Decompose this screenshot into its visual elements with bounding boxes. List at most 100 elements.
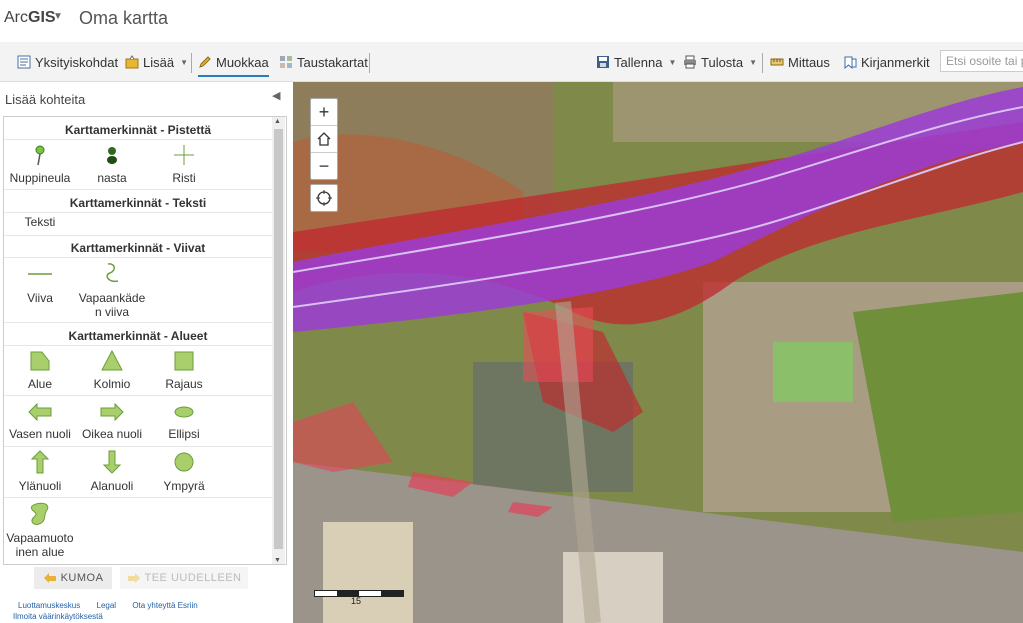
- undo-button[interactable]: KUMOA: [34, 567, 112, 589]
- template-left-arrow[interactable]: Vasen nuoli: [4, 401, 76, 441]
- undo-icon: [43, 573, 56, 583]
- template-freeform-area[interactable]: Vapaamuoto inen alue: [4, 501, 76, 559]
- home-button[interactable]: [311, 126, 337, 153]
- report-abuse-link[interactable]: Ilmoita väärinkäytöksestä: [13, 612, 103, 621]
- edit-button[interactable]: Muokkaa: [198, 53, 269, 77]
- down-arrow-icon: [102, 450, 122, 474]
- template-freehand-line[interactable]: Vapaankäde n viiva: [76, 261, 148, 319]
- save-icon: [597, 56, 609, 68]
- left-arrow-icon: [28, 402, 52, 422]
- scale-label: 15: [351, 596, 362, 606]
- scrollbar-thumb[interactable]: [274, 129, 283, 549]
- divider: [4, 235, 272, 236]
- toolbar-divider: [191, 53, 192, 73]
- basemaps-button[interactable]: Taustakartat: [279, 53, 368, 71]
- add-button[interactable]: Lisää ▼: [125, 53, 188, 71]
- locate-button[interactable]: [310, 184, 338, 212]
- contact-esri-link[interactable]: Ota yhteyttä Esriin: [132, 601, 197, 610]
- rectangle-icon: [174, 351, 194, 371]
- divider: [4, 446, 272, 447]
- ellipse-icon: [174, 406, 194, 418]
- bookmarks-button[interactable]: Kirjanmerkit: [843, 53, 930, 71]
- template-circle[interactable]: Ympyrä: [148, 449, 220, 493]
- zoom-out-button[interactable]: −: [311, 153, 337, 179]
- arcgis-logo[interactable]: ArcGIS: [4, 9, 56, 27]
- print-button[interactable]: Tulosta ▼: [683, 53, 757, 71]
- edit-label: Muokkaa: [216, 54, 269, 70]
- chevron-down-icon: ▼: [749, 57, 758, 67]
- template-ellipse[interactable]: Ellipsi: [148, 401, 220, 441]
- category-heading: Karttamerkinnät - Teksti: [69, 196, 207, 210]
- feature-template-list: Karttamerkinnät - Pistettä Nuppineula na…: [3, 116, 287, 565]
- panel-scrollbar[interactable]: ▲ ▼: [272, 117, 285, 564]
- toolbar-divider: [369, 53, 370, 73]
- freehand-line-icon: [106, 263, 119, 283]
- divider: [4, 322, 272, 323]
- printer-icon: [684, 55, 696, 69]
- freeform-polygon-icon: [30, 502, 49, 525]
- template-stud[interactable]: nasta: [76, 143, 148, 185]
- divider: [4, 497, 272, 498]
- bookmark-icon: [844, 56, 857, 69]
- redo-button[interactable]: TEE UUDELLEEN: [120, 567, 248, 589]
- template-triangle[interactable]: Kolmio: [76, 349, 148, 391]
- details-button[interactable]: Yksityiskohdat: [17, 53, 118, 71]
- category-heading: Karttamerkinnät - Alueet: [68, 329, 208, 343]
- save-button[interactable]: Tallenna ▼: [596, 53, 676, 71]
- aerial-imagery-with-overlays: [293, 82, 1023, 623]
- template-line[interactable]: Viiva: [4, 261, 76, 305]
- print-label: Tulosta: [701, 54, 744, 70]
- zoom-control: + −: [310, 98, 338, 180]
- legal-link[interactable]: Legal: [97, 601, 117, 610]
- cross-icon: [174, 145, 194, 165]
- map-view[interactable]: [293, 82, 1023, 623]
- pushpin-icon: [35, 145, 45, 166]
- template-pin[interactable]: Nuppineula: [4, 143, 76, 185]
- chevron-down-icon: ▼: [668, 57, 677, 67]
- map-title: Oma kartta: [79, 8, 169, 28]
- building-bottom-right: [563, 552, 663, 623]
- bookmarks-label: Kirjanmerkit: [861, 54, 930, 70]
- basemaps-label: Taustakartat: [297, 54, 368, 70]
- locate-icon: [316, 190, 332, 206]
- basemap-gallery-icon: [280, 56, 292, 68]
- zoom-in-button[interactable]: +: [311, 99, 337, 126]
- address-search-input[interactable]: Etsi osoite tai paikka: [940, 50, 1023, 72]
- toolbar-divider: [762, 53, 763, 73]
- measure-button[interactable]: Mittaus: [770, 53, 830, 71]
- add-data-icon: [125, 55, 139, 69]
- app-header: ArcGIS ▼ Oma kartta: [0, 0, 1023, 42]
- triangle-icon: [101, 349, 123, 371]
- scroll-up-icon[interactable]: ▲: [274, 118, 281, 125]
- add-features-panel: Lisää kohteita ◀ Karttamerkinnät - Piste…: [0, 82, 292, 623]
- footer-links: Luottamuskeskus Legal Ota yhteyttä Esrii…: [18, 601, 212, 610]
- redo-icon: [127, 573, 140, 583]
- collapse-panel-icon[interactable]: ◀: [272, 89, 280, 102]
- template-boundary[interactable]: Rajaus: [148, 349, 220, 391]
- divider: [4, 257, 272, 258]
- chevron-down-icon[interactable]: ▼: [53, 11, 63, 22]
- template-down-arrow[interactable]: Alanuoli: [76, 449, 148, 493]
- scroll-down-icon[interactable]: ▼: [274, 557, 281, 564]
- home-icon: [317, 132, 331, 146]
- divider: [4, 139, 272, 140]
- line-icon: [28, 273, 52, 275]
- divider: [4, 345, 272, 346]
- chevron-down-icon: ▼: [180, 57, 188, 67]
- trust-center-link[interactable]: Luottamuskeskus: [18, 601, 80, 610]
- template-right-arrow[interactable]: Oikea nuoli: [76, 401, 148, 441]
- ruler-icon: [770, 58, 784, 66]
- divider: [4, 212, 272, 213]
- template-area[interactable]: Alue: [4, 349, 76, 391]
- add-label: Lisää: [143, 54, 175, 70]
- template-text[interactable]: Teksti: [4, 215, 76, 229]
- right-arrow-icon: [100, 402, 124, 422]
- pencil-icon: [199, 56, 211, 68]
- category-heading: Karttamerkinnät - Pistettä: [64, 123, 212, 137]
- stud-pin-icon: [107, 147, 117, 164]
- divider: [4, 189, 272, 190]
- circle-icon: [174, 452, 194, 472]
- details-label: Yksityiskohdat: [35, 54, 119, 70]
- template-up-arrow[interactable]: Ylänuoli: [4, 449, 76, 493]
- template-cross[interactable]: Risti: [148, 143, 220, 185]
